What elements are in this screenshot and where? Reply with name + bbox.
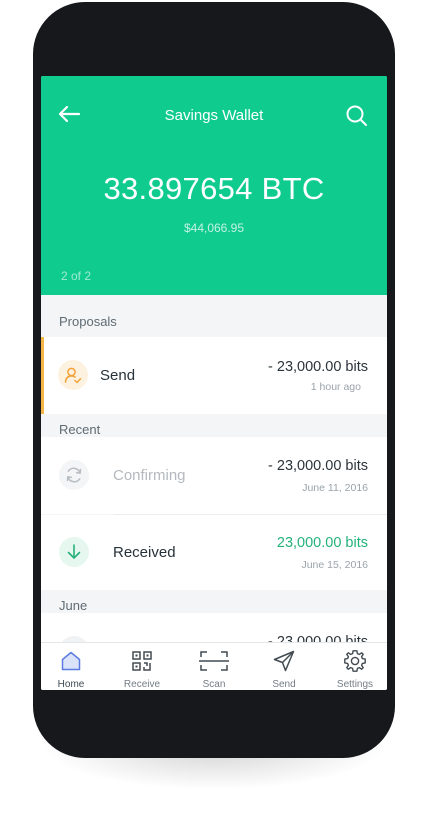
tab-settings[interactable]: Settings bbox=[320, 643, 387, 690]
wallet-page-indicator: 2 of 2 bbox=[61, 269, 92, 283]
arrow-down-icon bbox=[67, 544, 81, 559]
transaction-row-confirming[interactable]: Confirming - 23,000.00 bits June 11, 201… bbox=[41, 437, 387, 514]
gear-icon bbox=[344, 650, 366, 672]
btc-balance: 33.897654 BTC bbox=[103, 171, 325, 206]
section-label: Recent bbox=[59, 422, 101, 437]
tab-label: Receive bbox=[123, 679, 161, 690]
qr-code-icon bbox=[132, 651, 152, 671]
proposal-amount: - 23,000.00 bits bbox=[268, 359, 368, 375]
wallet-header: Savings Wallet 33.897654 BTC $44,066.95 … bbox=[41, 76, 387, 295]
send-icon bbox=[273, 650, 295, 672]
section-label: June bbox=[59, 598, 88, 613]
proposal-row-send[interactable]: Send - 23,000.00 bits 1 hour ago bbox=[41, 337, 387, 414]
section-header-proposals: Proposals bbox=[41, 306, 387, 336]
tab-label: Scan bbox=[202, 679, 226, 690]
search-icon bbox=[346, 105, 367, 126]
transaction-icon-wrap bbox=[59, 537, 89, 567]
refresh-icon bbox=[66, 467, 82, 483]
transaction-time: June 15, 2016 bbox=[301, 559, 368, 571]
transaction-label: Received bbox=[113, 544, 176, 561]
bottom-tab-bar: Home Receive Scan Send Settings bbox=[41, 642, 387, 690]
tab-send[interactable]: Send bbox=[249, 643, 319, 690]
proposal-accent-bar bbox=[41, 337, 44, 414]
tab-label: Home bbox=[57, 679, 85, 690]
tab-label: Settings bbox=[336, 679, 374, 690]
home-icon bbox=[61, 651, 81, 671]
tab-label: Send bbox=[272, 679, 296, 690]
tab-scan[interactable]: Scan bbox=[179, 643, 249, 690]
transaction-label: Confirming bbox=[113, 467, 186, 484]
scan-icon bbox=[199, 651, 229, 671]
tab-receive[interactable]: Receive bbox=[107, 643, 177, 690]
fiat-balance: $44,066.95 bbox=[183, 221, 245, 235]
page-title: Savings Wallet bbox=[164, 107, 264, 124]
user-check-icon bbox=[64, 367, 82, 384]
transaction-time: June 11, 2016 bbox=[302, 482, 368, 494]
transaction-amount: 23,000.00 bits bbox=[276, 535, 368, 551]
section-label: Proposals bbox=[59, 314, 117, 329]
tab-home[interactable]: Home bbox=[41, 643, 106, 690]
proposal-time: 1 hour ago bbox=[310, 381, 361, 393]
app-screen: Savings Wallet 33.897654 BTC $44,066.95 … bbox=[41, 76, 387, 690]
proposal-icon-wrap bbox=[58, 360, 88, 390]
transaction-amount: - 23,000.00 bits bbox=[268, 458, 368, 474]
proposal-label: Send bbox=[100, 367, 136, 384]
search-button[interactable] bbox=[343, 102, 371, 130]
transaction-icon-wrap bbox=[59, 460, 89, 490]
transaction-row-received[interactable]: Received 23,000.00 bits June 15, 2016 bbox=[41, 515, 387, 591]
